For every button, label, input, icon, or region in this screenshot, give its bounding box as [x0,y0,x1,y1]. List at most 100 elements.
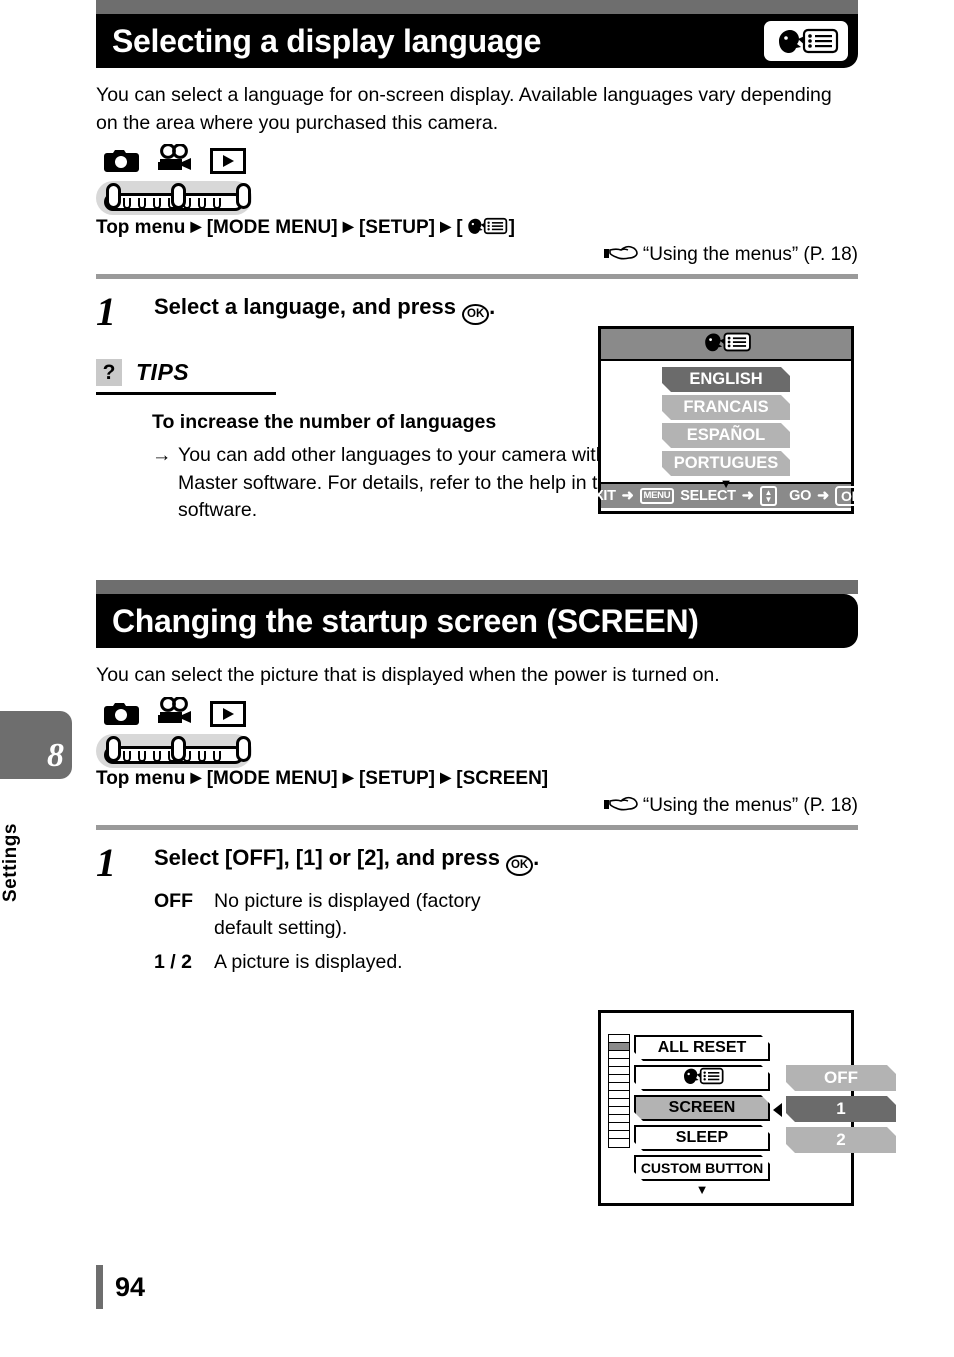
breadcrumb-bracket-close: ] [508,217,515,239]
lcd-language-screen: ENGLISH FRANCAIS ESPAÑOL PORTUGUES ▼ EXI… [585,326,868,514]
step-instruction-end: . [489,294,496,320]
definition-value: A picture is displayed. [214,950,403,973]
exit-label: EXIT [584,488,616,504]
chapter-number: 8 [47,737,64,774]
tips-header: ? TIPS [96,359,276,396]
breadcrumb-item-1: [MODE MENU] [206,767,338,789]
breadcrumb-arrow-icon: ▶ [342,218,354,235]
menu-item-screen[interactable]: SCREEN [634,1095,770,1121]
movie-icon [156,143,194,179]
definition-list: OFF No picture is displayed (factory def… [154,888,858,976]
lcd-title-bar [601,329,851,361]
step-number: 1 [96,289,116,335]
breadcrumb-arrow-icon: ▶ [190,218,202,235]
step-1-section-2: 1 Select [OFF], [1] or [2], and press OK… [96,839,858,982]
updown-key-icon: ▲ ▼ [759,486,778,506]
ok-button-icon: OK [462,304,490,326]
mode-dial-1 [96,143,858,216]
scroll-down-caret-icon: ▼ [695,1182,709,1197]
step-body: Select [OFF], [1] or [2], and press OK. … [154,844,858,982]
reference-line-2: “Using the menus” (P. 18) [96,794,858,817]
playback-icon [210,148,246,179]
footer-rule [96,1265,103,1309]
chapter-label: Settings [0,823,21,902]
breadcrumb-item-2: [SETUP] [358,767,435,789]
scrollbar[interactable] [608,1034,630,1148]
selection-pointer-icon [773,1103,782,1117]
camera-icon [104,147,140,179]
arrow-right-icon: ➜ [621,488,634,504]
definition-key: OFF [154,889,193,912]
breadcrumb-arrow-icon: ▶ [440,218,451,235]
go-label: GO [789,488,812,504]
definition-key: 1 / 2 [154,950,192,973]
breadcrumb-arrow-icon: ▶ [190,768,202,785]
ok-button-icon: OK [506,854,534,876]
breadcrumb-2: Top menu ▶ [MODE MENU] ▶ [SETUP] ▶ [SCRE… [96,768,858,790]
language-icon [699,330,753,359]
page-title-2: Changing the startup screen (SCREEN) [112,603,699,640]
value-option-1[interactable]: 1 [786,1096,896,1122]
list-item[interactable]: ENGLISH [662,367,790,392]
language-icon [764,21,848,61]
menu-item-language[interactable] [634,1065,770,1091]
mode-dial-2 [96,696,858,768]
breadcrumb-item-1: [MODE MENU] [206,217,338,239]
language-list: ENGLISH FRANCAIS ESPAÑOL PORTUGUES ▼ [601,361,851,490]
pointing-hand-icon [603,795,643,816]
breadcrumb-arrow-icon: ▶ [342,768,354,785]
scroll-tick [608,1138,630,1148]
lcd-setup-screen: ALL RESET SCREEN SLEEP CUSTOM BUTTON ▼ O… [598,1010,854,1206]
heading-gray-bar [96,0,858,14]
mode-dial-graphic [96,181,252,216]
list-item[interactable]: FRANCAIS [662,395,790,420]
chapter-tab: 8 [0,711,72,779]
menu-key-icon: MENU [639,488,675,504]
breadcrumb-1: Top menu ▶ [MODE MENU] ▶ [SETUP] ▶ [] [96,215,858,239]
mode-icon-row [96,696,858,732]
value-option-off[interactable]: OFF [786,1065,896,1091]
breadcrumb-prefix: Top menu [96,217,186,239]
section-intro-1: You can select a language for on-screen … [96,84,832,134]
step-instruction-end: . [533,844,540,870]
tips-label: TIPS [136,359,190,386]
menu-item-all-reset[interactable]: ALL RESET [634,1035,770,1061]
list-item[interactable]: PORTUGUES [662,451,790,476]
camera-icon [104,700,140,732]
step-instruction-text: Select a language, and press [154,294,463,320]
breadcrumb-item-3: [SCREEN] [456,767,549,789]
dial-knobs [106,183,251,210]
heading-gray-bar [96,580,858,595]
definition-value: No picture is displayed (factory default… [214,889,481,940]
arrow-right-icon: ➜ [741,488,754,504]
step-instruction: Select a language, and press OK. [154,293,858,326]
movie-icon [156,696,194,732]
mode-icon-row [96,143,858,179]
menu-item-custom-button[interactable]: CUSTOM BUTTON [634,1155,770,1181]
section-heading-2: Changing the startup screen (SCREEN) [96,580,858,649]
step-instruction-text: Select [OFF], [1] or [2], and press [154,844,507,870]
step-instruction: Select [OFF], [1] or [2], and press OK. [154,844,564,876]
dial-knobs [106,735,251,762]
arrow-right-icon: ➜ [817,488,829,504]
page-number: 94 [115,1271,146,1302]
language-icon [463,215,509,237]
value-option-2[interactable]: 2 [786,1127,896,1153]
setup-value-list: OFF 1 2 [786,1065,896,1158]
step-number: 1 [96,839,116,885]
pointing-hand-icon [603,244,643,265]
reference-text: “Using the menus” (P. 18) [642,244,858,266]
list-item[interactable]: ESPAÑOL [662,423,790,448]
section-intro-2: You can select the picture that is displ… [96,664,720,687]
tips-arrow-icon: → [152,444,172,467]
heading-black-bar: Selecting a display language [96,14,858,68]
playback-icon [210,700,246,732]
definition-row: 1 / 2 A picture is displayed. [154,949,858,976]
section-heading-1: Selecting a display language [96,0,858,68]
menu-item-sleep[interactable]: SLEEP [634,1125,770,1151]
breadcrumb-prefix: Top menu [96,767,186,789]
definition-row: OFF No picture is displayed (factory def… [154,888,858,943]
language-icon [678,1066,726,1091]
down-caret-icon: ▼ [764,495,773,504]
setup-menu-list: ALL RESET SCREEN SLEEP CUSTOM BUTTON ▼ [634,1035,770,1196]
